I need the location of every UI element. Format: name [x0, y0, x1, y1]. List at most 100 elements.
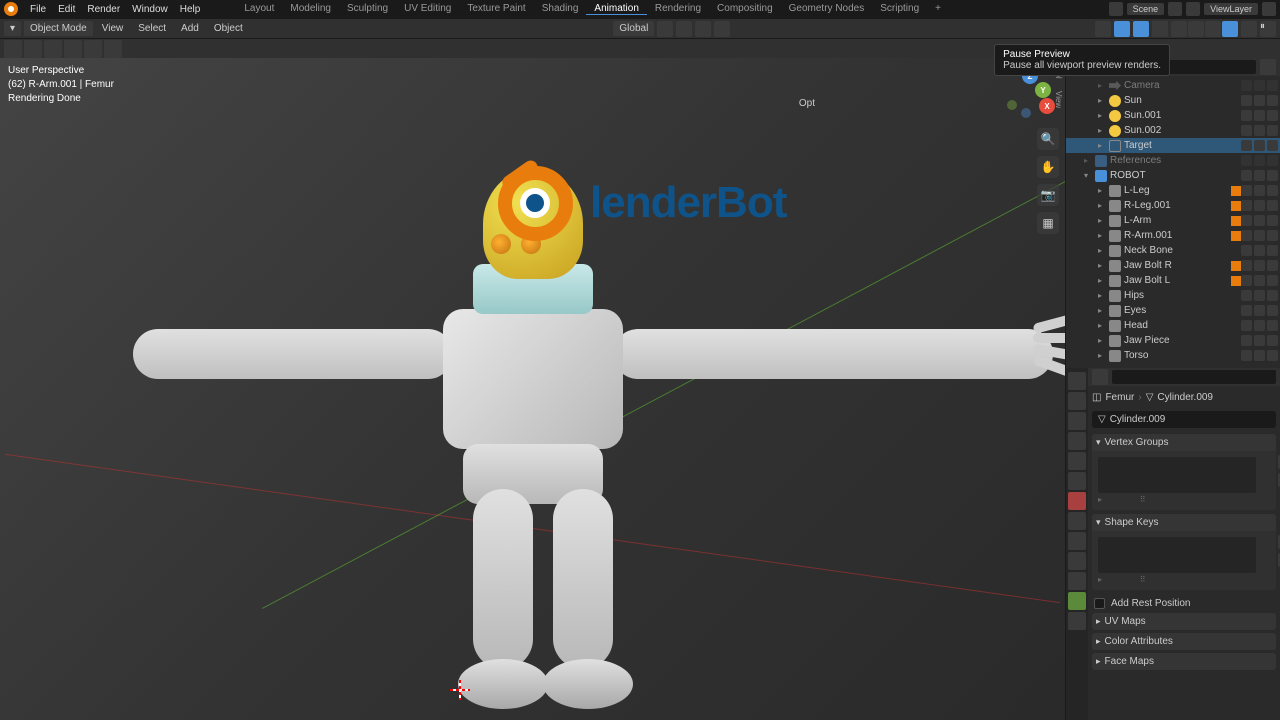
- disclosure-triangle-icon[interactable]: ▸: [1098, 111, 1106, 120]
- outliner-item-name[interactable]: Head: [1124, 320, 1241, 331]
- header-select[interactable]: Select: [132, 23, 172, 34]
- proportional-button[interactable]: [714, 21, 730, 37]
- disable-render-toggle[interactable]: [1267, 350, 1278, 361]
- exclude-toggle[interactable]: [1241, 185, 1252, 196]
- gizmo-neg-z[interactable]: [1021, 108, 1031, 118]
- outliner-row[interactable]: ▸ Eyes: [1066, 303, 1280, 318]
- hide-toggle[interactable]: [1254, 215, 1265, 226]
- pan-icon[interactable]: ✋: [1037, 156, 1059, 178]
- shading-wireframe[interactable]: [1171, 21, 1187, 37]
- menu-window[interactable]: Window: [126, 4, 174, 15]
- modifier-icon[interactable]: [1231, 261, 1241, 271]
- orientation-dropdown[interactable]: Global: [613, 21, 654, 36]
- disable-render-toggle[interactable]: [1267, 290, 1278, 301]
- pivot-button[interactable]: [657, 21, 673, 37]
- disclosure-triangle-icon[interactable]: ▸: [1098, 306, 1106, 315]
- disable-render-toggle[interactable]: [1267, 245, 1278, 256]
- hide-toggle[interactable]: [1254, 95, 1265, 106]
- xray-button[interactable]: [1152, 21, 1168, 37]
- hide-toggle[interactable]: [1254, 80, 1265, 91]
- disclosure-triangle-icon[interactable]: ▸: [1084, 156, 1092, 165]
- hide-toggle[interactable]: [1254, 200, 1265, 211]
- outliner-row[interactable]: ▸L-Arm: [1066, 213, 1280, 228]
- prop-tab-render[interactable]: [1068, 392, 1086, 410]
- outliner-item-name[interactable]: Hips: [1124, 290, 1241, 301]
- breadcrumb-object[interactable]: Femur: [1105, 392, 1134, 403]
- workspace-layout[interactable]: Layout: [236, 3, 282, 15]
- tool-cursor[interactable]: [4, 40, 22, 58]
- outliner-item-name[interactable]: Neck Bone: [1124, 245, 1241, 256]
- disclosure-triangle-icon[interactable]: ▸: [1098, 336, 1106, 345]
- prop-tab-particles[interactable]: [1068, 532, 1086, 550]
- hide-toggle[interactable]: [1254, 170, 1265, 181]
- disclosure-triangle-icon[interactable]: ▸: [1098, 276, 1106, 285]
- datablock-name-field[interactable]: ▽ Cylinder.009: [1092, 411, 1276, 428]
- exclude-toggle[interactable]: [1241, 140, 1252, 151]
- outliner-item-name[interactable]: R-Arm.001: [1124, 230, 1229, 241]
- prop-tab-scene[interactable]: [1068, 452, 1086, 470]
- outliner-item-name[interactable]: Jaw Bolt R: [1124, 260, 1229, 271]
- properties-type-icon[interactable]: [1092, 369, 1108, 385]
- disclosure-triangle-icon[interactable]: ▸: [1098, 291, 1106, 300]
- outliner-item-name[interactable]: Eyes: [1124, 305, 1241, 316]
- gizmo-x-axis[interactable]: X: [1039, 98, 1055, 114]
- selectability-button[interactable]: [1095, 21, 1111, 37]
- disable-render-toggle[interactable]: [1267, 260, 1278, 271]
- shading-solid[interactable]: [1188, 21, 1204, 37]
- outliner-item-name[interactable]: Target: [1124, 140, 1241, 151]
- outliner-row[interactable]: ▸ Sun.002: [1066, 123, 1280, 138]
- breadcrumb-data[interactable]: Cylinder.009: [1157, 392, 1213, 403]
- outliner-row[interactable]: ▸Jaw Piece: [1066, 333, 1280, 348]
- outliner-row[interactable]: ▸R-Arm.001: [1066, 228, 1280, 243]
- outliner-row[interactable]: ▸Sun.001: [1066, 108, 1280, 123]
- viewlayer-new-icon[interactable]: [1262, 2, 1276, 16]
- exclude-toggle[interactable]: [1241, 230, 1252, 241]
- shape-keys-list[interactable]: [1098, 537, 1256, 573]
- outliner-item-name[interactable]: Sun: [1124, 95, 1241, 106]
- exclude-toggle[interactable]: [1241, 335, 1252, 346]
- disable-render-toggle[interactable]: [1267, 95, 1278, 106]
- shading-options[interactable]: [1241, 21, 1257, 37]
- properties-search[interactable]: [1112, 370, 1276, 384]
- outliner-row[interactable]: ▸Neck Bone: [1066, 243, 1280, 258]
- snap-button[interactable]: [676, 21, 692, 37]
- workspace-rendering[interactable]: Rendering: [647, 3, 709, 15]
- workspace-uv[interactable]: UV Editing: [396, 3, 459, 15]
- outliner-row[interactable]: ▸References: [1066, 153, 1280, 168]
- vertex-groups-header[interactable]: ▾ Vertex Groups: [1092, 434, 1276, 451]
- outliner-row[interactable]: ▸ Sun: [1066, 93, 1280, 108]
- disable-render-toggle[interactable]: [1267, 155, 1278, 166]
- gizmo-neg-y[interactable]: [1007, 100, 1017, 110]
- hide-toggle[interactable]: [1254, 320, 1265, 331]
- datablock-name[interactable]: Cylinder.009: [1110, 414, 1166, 425]
- exclude-toggle[interactable]: [1241, 125, 1252, 136]
- hide-toggle[interactable]: [1254, 140, 1265, 151]
- disclosure-triangle-icon[interactable]: ▸: [1098, 126, 1106, 135]
- disable-render-toggle[interactable]: [1267, 305, 1278, 316]
- outliner-row[interactable]: ▸Torso: [1066, 348, 1280, 363]
- gizmo-toggle[interactable]: [1114, 21, 1130, 37]
- face-maps-header[interactable]: ▸ Face Maps: [1092, 653, 1276, 670]
- hide-toggle[interactable]: [1254, 350, 1265, 361]
- outliner-body[interactable]: ▸Camera▸Sun▸Sun.001▸Sun.002▸Target▸Refer…: [1066, 76, 1280, 365]
- disable-render-toggle[interactable]: [1267, 140, 1278, 151]
- outliner-item-name[interactable]: Sun.002: [1124, 125, 1241, 136]
- outliner-row[interactable]: ▸Camera: [1066, 78, 1280, 93]
- prop-tab-material[interactable]: [1068, 612, 1086, 630]
- outliner-filter-icon[interactable]: [1260, 59, 1276, 75]
- disclosure-triangle-icon[interactable]: ▸: [1098, 96, 1106, 105]
- disclosure-triangle-icon[interactable]: ▸: [1098, 201, 1106, 210]
- prop-tab-physics[interactable]: [1068, 552, 1086, 570]
- tool-rotate[interactable]: [64, 40, 82, 58]
- workspace-texture[interactable]: Texture Paint: [459, 3, 533, 15]
- hide-toggle[interactable]: [1254, 335, 1265, 346]
- shape-keys-header[interactable]: ▾ Shape Keys: [1092, 514, 1276, 531]
- outliner-row[interactable]: ▸R-Leg.001: [1066, 198, 1280, 213]
- prop-tab-constraints[interactable]: [1068, 572, 1086, 590]
- disclosure-triangle-icon[interactable]: ▸: [1098, 216, 1106, 225]
- disclosure-triangle-icon[interactable]: ▸: [1098, 141, 1106, 150]
- disable-render-toggle[interactable]: [1267, 125, 1278, 136]
- disable-render-toggle[interactable]: [1267, 110, 1278, 121]
- vertex-groups-list[interactable]: [1098, 457, 1256, 493]
- outliner-row[interactable]: ▸Jaw Bolt R: [1066, 258, 1280, 273]
